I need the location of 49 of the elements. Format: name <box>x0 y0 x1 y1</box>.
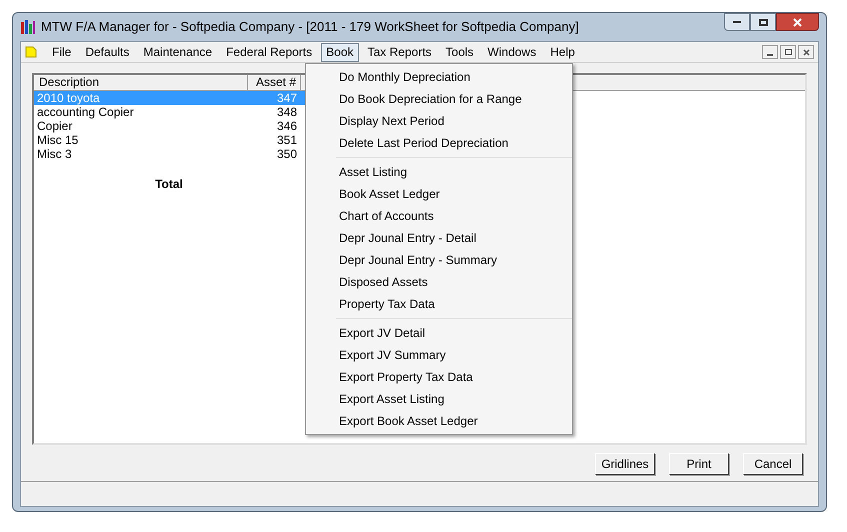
menu-item[interactable]: Book <box>321 42 358 62</box>
table-cell-text: Misc 15 <box>36 133 80 147</box>
menu-item[interactable]: Tax Reports <box>362 42 437 62</box>
menu-item[interactable]: Disposed Assets <box>306 271 572 293</box>
close-icon <box>793 18 802 26</box>
table-cell-text: Copier <box>36 119 74 133</box>
table-cell-text: 351 <box>276 133 298 147</box>
table-cell-text: accounting Copier <box>36 105 135 119</box>
table-cell-text: 348 <box>276 105 298 119</box>
close-button[interactable] <box>776 13 819 31</box>
table-cell-text: Misc 3 <box>36 147 73 161</box>
menu-item[interactable]: Defaults <box>80 42 134 62</box>
table-cell-text: 347 <box>276 91 298 105</box>
menu-item[interactable]: Federal Reports <box>221 42 318 62</box>
menu-item[interactable]: Export Book Asset Ledger <box>306 410 572 432</box>
restore-button[interactable] <box>780 45 796 59</box>
menu-item[interactable]: Windows <box>482 42 542 62</box>
minimize-button[interactable] <box>724 13 750 31</box>
menu-item[interactable]: Asset Listing <box>306 161 572 183</box>
menu-item[interactable]: Maintenance <box>138 42 218 62</box>
window-title: MTW F/A Manager for - Softpedia Company - [2011 - 179 WorkSheet for Softpedia Company] <box>41 18 579 36</box>
menu-item[interactable]: Depr Jounal Entry - Detail <box>306 227 572 249</box>
menu-item[interactable]: Export JV Detail <box>306 322 572 344</box>
dialog-button[interactable]: Cancel <box>743 453 803 475</box>
menu-item[interactable]: Help <box>545 42 580 62</box>
menu-item[interactable]: Delete Last Period Depreciation <box>306 132 572 154</box>
menu-item[interactable]: Export JV Summary <box>306 344 572 366</box>
minimize-button[interactable] <box>762 45 778 59</box>
menu-item[interactable]: File <box>47 42 76 62</box>
app-icon <box>20 19 36 35</box>
column-header[interactable]: Asset # <box>248 75 301 90</box>
dialog-button[interactable]: Print <box>669 453 729 475</box>
close-button[interactable] <box>798 45 814 59</box>
menu-item[interactable]: Depr Jounal Entry - Summary <box>306 249 572 271</box>
dialog-button[interactable]: Gridlines <box>595 453 655 475</box>
table-cell-text: 346 <box>276 119 298 133</box>
table-cell-text: 350 <box>276 147 298 161</box>
close-icon <box>802 48 810 56</box>
maximize-button[interactable] <box>750 13 776 31</box>
menu-item[interactable]: Book Asset Ledger <box>306 183 572 205</box>
menu-item[interactable]: Export Property Tax Data <box>306 366 572 388</box>
column-header[interactable]: Description <box>34 75 248 90</box>
menu-item[interactable]: Display Next Period <box>306 110 572 132</box>
menu-item[interactable]: Export Asset Listing <box>306 388 572 410</box>
menu-item[interactable]: Tools <box>440 42 479 62</box>
menu-item[interactable]: Chart of Accounts <box>306 205 572 227</box>
menu-item[interactable]: Property Tax Data <box>306 293 572 315</box>
total-label: Total <box>155 176 183 193</box>
table-cell-text: 2010 toyota <box>36 91 101 105</box>
